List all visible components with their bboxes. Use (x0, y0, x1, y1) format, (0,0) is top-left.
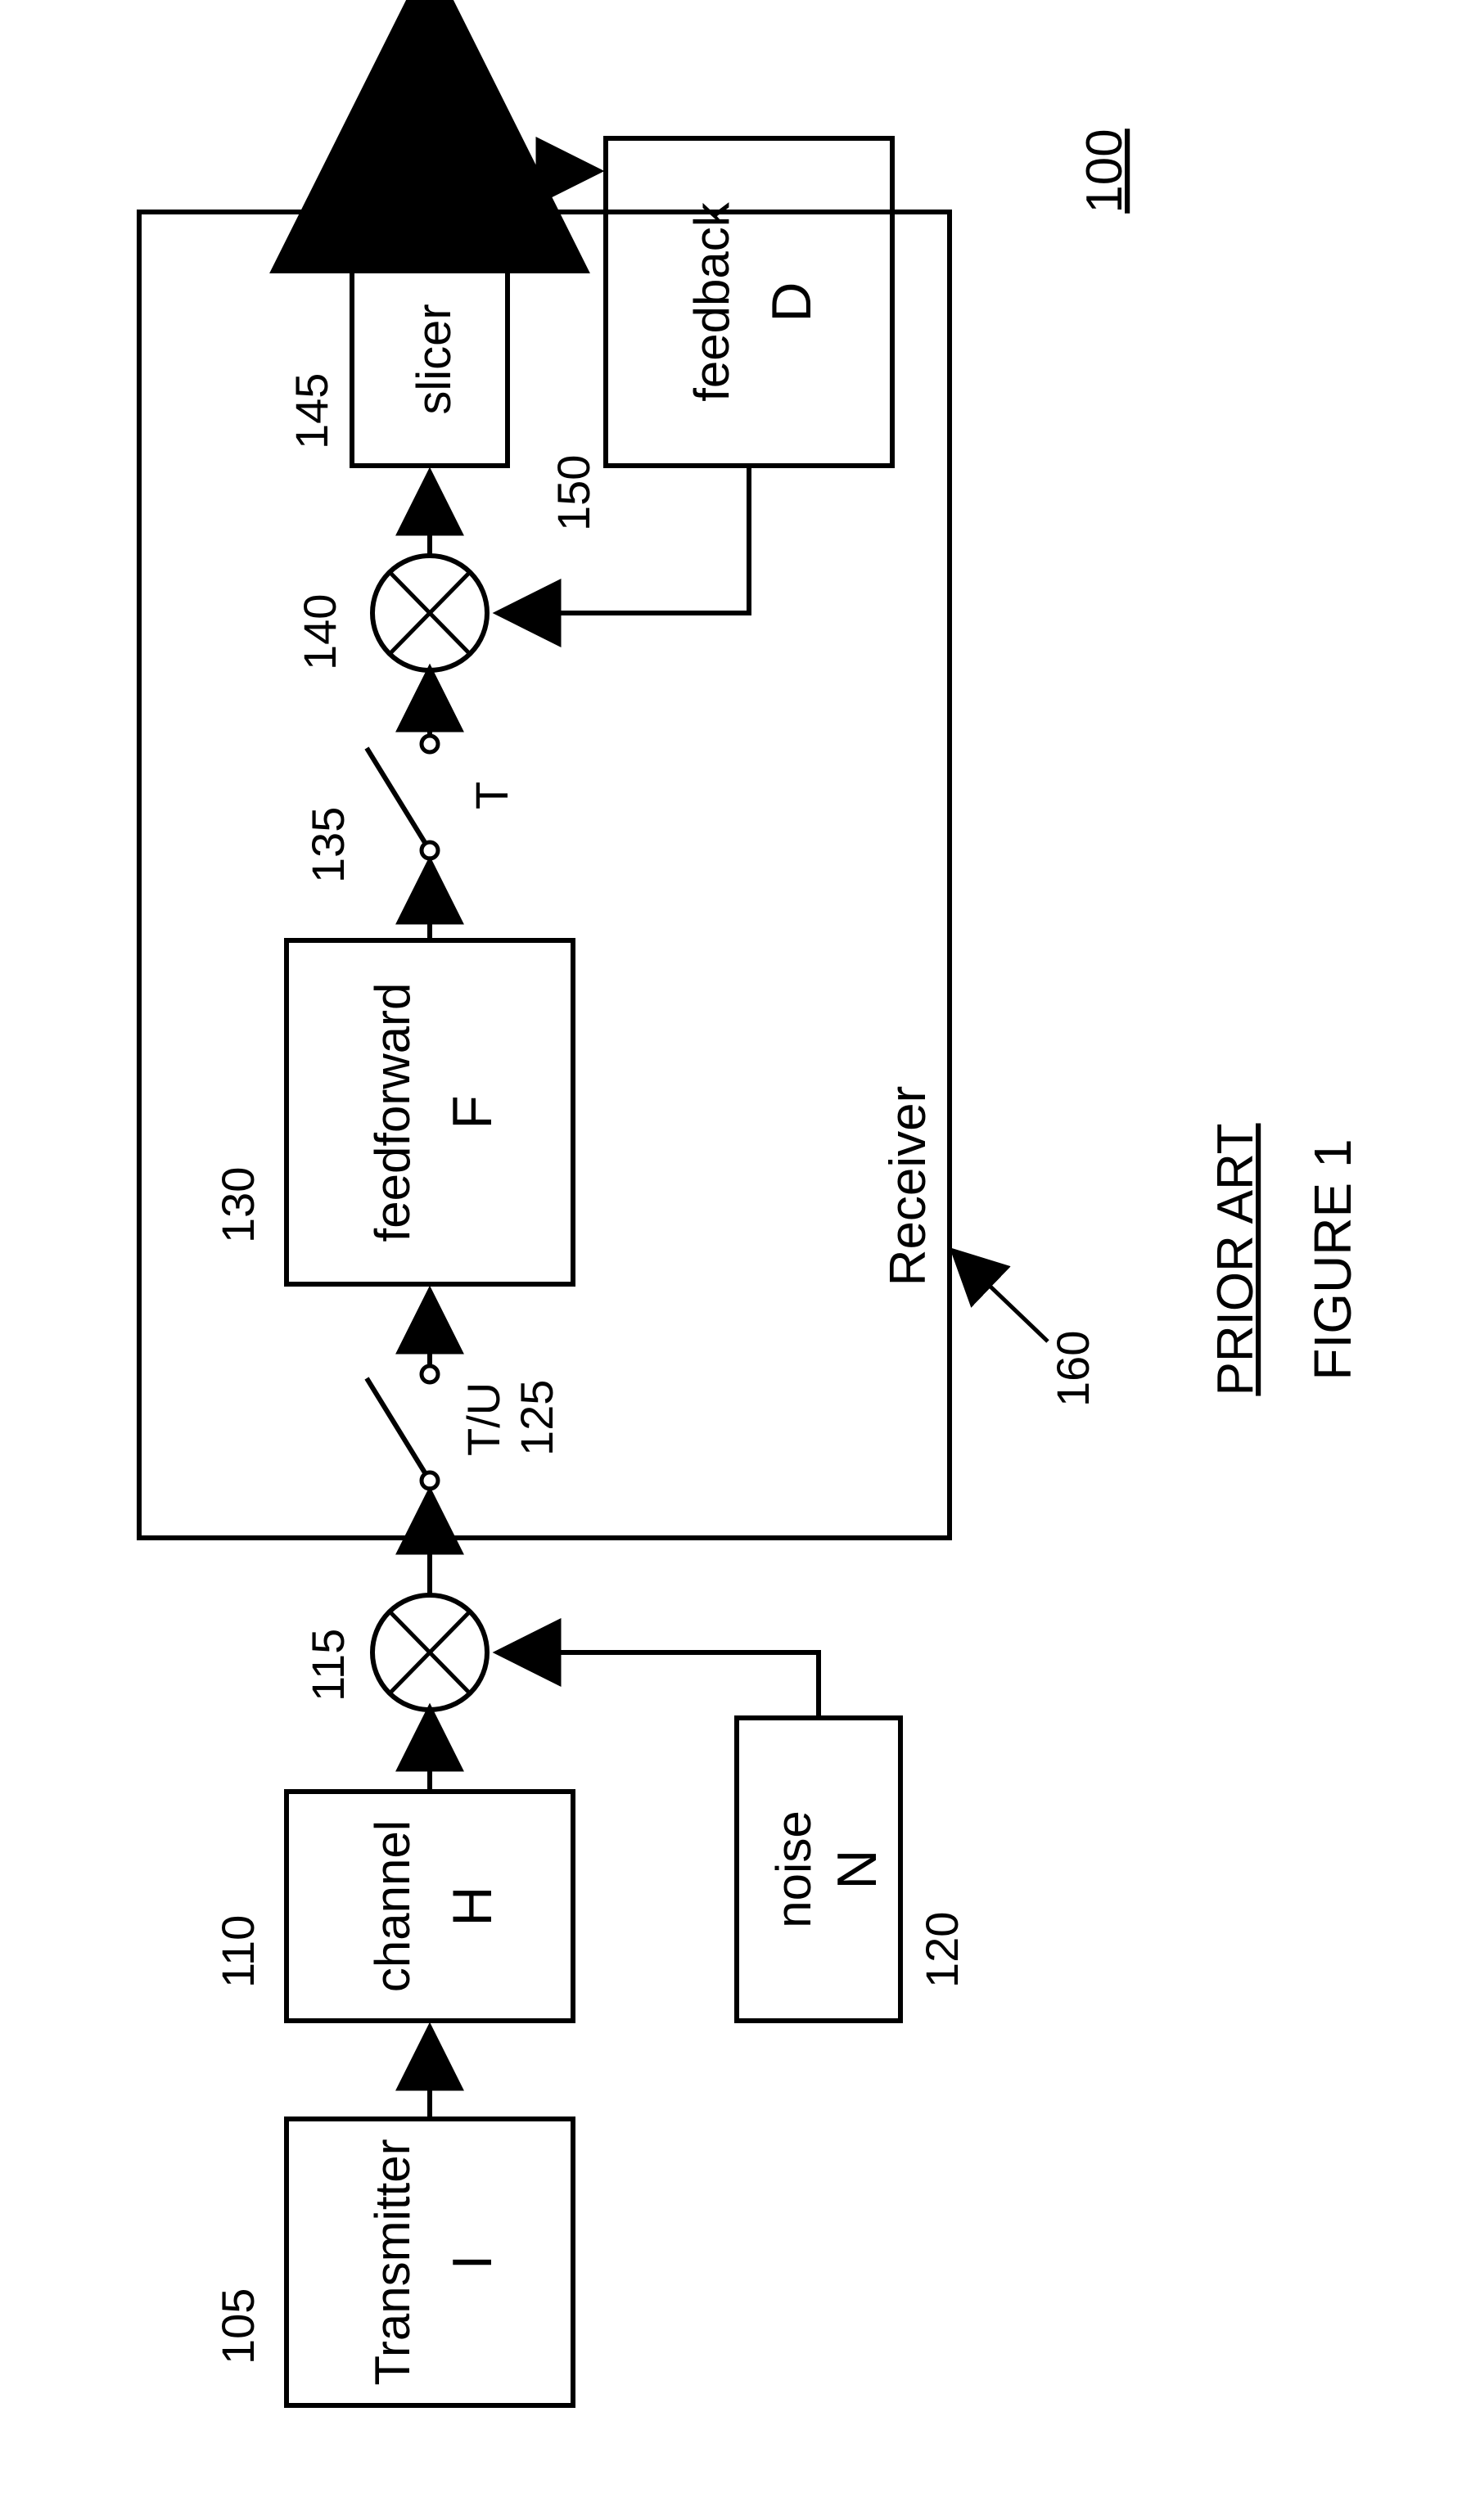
caption-figure: FIGURE 1 (1303, 1138, 1362, 1380)
noise-label-1: noise (766, 1810, 821, 1927)
feedback-block: feedback D 150 (548, 138, 892, 531)
slicer-block: slicer 145 (286, 253, 508, 466)
arrow-noise-to-sum1 (499, 1652, 819, 1718)
sum2-node: 140 (294, 556, 487, 670)
caption-prior-art: PRIOR ART (1207, 1123, 1264, 1395)
switch2: T 135 (302, 736, 517, 883)
switch2-label: T (466, 782, 517, 809)
sum1-ref: 115 (302, 1629, 354, 1702)
slicer-ref: 145 (286, 373, 337, 449)
switch2-ref: 135 (302, 807, 354, 883)
receiver-frame: Receiver 160 (139, 212, 1099, 1538)
receiver-label: Receiver (880, 1086, 936, 1287)
switch1-label: T/U (458, 1382, 509, 1456)
channel-ref: 110 (212, 1915, 264, 1988)
sum2-ref: 140 (294, 594, 345, 670)
transmitter-label-1: Transmitter (365, 2139, 420, 2385)
ff-label-2: F (441, 1095, 503, 1129)
switch1-ref: 125 (511, 1380, 562, 1456)
receiver-ref: 160 (1047, 1331, 1099, 1407)
noise-block: noise N 120 (737, 1718, 968, 2021)
channel-label-1: channel (365, 1820, 420, 1992)
slicer-label: slicer (408, 304, 461, 414)
ff-ref: 130 (212, 1167, 264, 1243)
channel-block: channel H 110 (212, 1792, 573, 2021)
fb-label-2: D (760, 282, 823, 322)
feedforward-block: feedforward F 130 (212, 940, 573, 1284)
fb-label-1: feedback (684, 201, 739, 402)
noise-label-2: N (826, 1849, 888, 1889)
fb-ref: 150 (548, 455, 599, 531)
transmitter-ref: 105 (212, 2288, 264, 2364)
sum1-node: 115 (302, 1595, 487, 1710)
dfe-block-diagram: Transmitter I 105 channel H 110 noise N … (0, 0, 1480, 2520)
transmitter-label-2: I (441, 2255, 503, 2270)
transmitter-block: Transmitter I 105 (212, 2119, 573, 2405)
channel-label-2: H (441, 1886, 503, 1926)
switch1: T/U 125 (367, 1366, 562, 1489)
diagram-id: 100 (1076, 128, 1133, 213)
arrow-fb-to-sum2 (499, 466, 749, 613)
noise-ref: 120 (916, 1912, 968, 1988)
ff-label-1: feedforward (365, 983, 420, 1242)
